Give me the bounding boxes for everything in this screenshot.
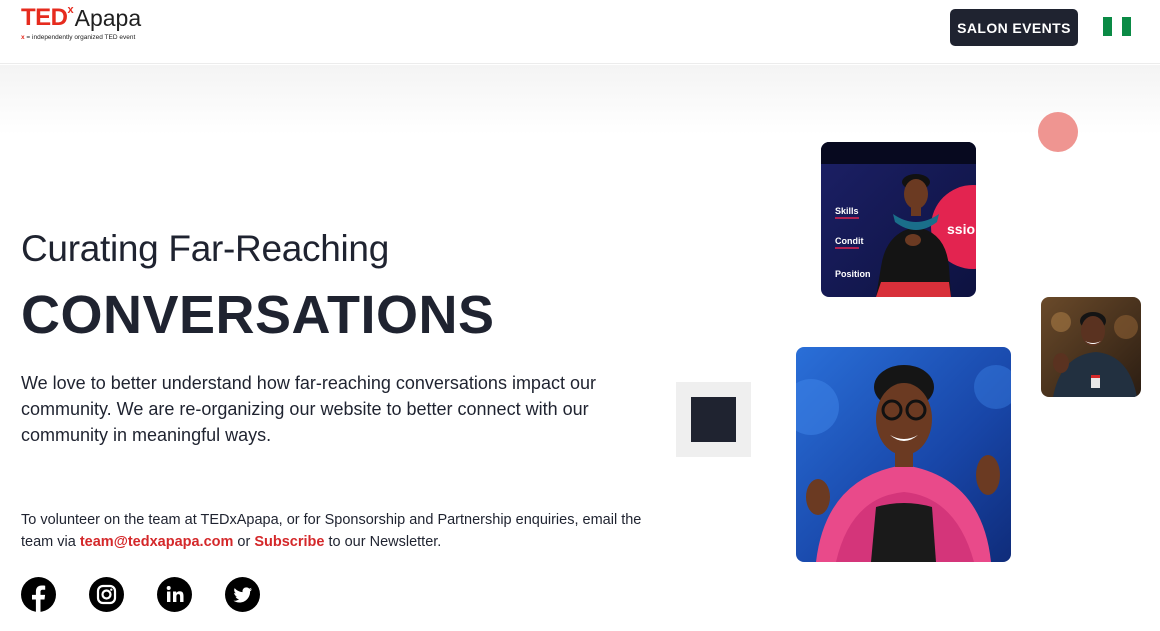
logo-tagline: x = independently organized TED event <box>21 34 136 41</box>
hero-title: CONVERSATIONS <box>21 285 495 345</box>
flag-stripe-left <box>1103 17 1113 36</box>
logo-x: x <box>67 4 74 16</box>
slide-word-condit: Condit <box>835 236 864 246</box>
flag-stripe-right <box>1121 17 1131 36</box>
tedx-apapa-logo[interactable]: TED x Apapa x = independently organized … <box>21 4 142 41</box>
speaker-photo-stage: Skills Condit Position ssio <box>821 142 976 297</box>
instagram-icon[interactable] <box>89 577 124 612</box>
decorative-square-outer <box>676 382 751 457</box>
nigeria-flag-icon[interactable] <box>1103 17 1131 36</box>
logo-name: Apapa <box>74 5 142 31</box>
hero-description: We love to better understand how far-rea… <box>21 373 596 445</box>
speaker-photo-audience <box>1041 297 1141 397</box>
volunteer-text: To volunteer on the team at TEDxApapa, o… <box>21 512 642 550</box>
header-shadow-fade <box>0 65 1160 135</box>
subscribe-link[interactable]: Subscribe <box>254 534 324 550</box>
flag-stripe-middle <box>1112 17 1122 36</box>
slide-word-ssio: ssio <box>947 221 975 237</box>
decorative-square-inner <box>691 397 736 442</box>
facebook-icon[interactable] <box>21 577 56 612</box>
social-links <box>21 577 260 612</box>
logo-ted: TED <box>21 4 68 31</box>
slide-word-skills: Skills <box>835 206 859 216</box>
linkedin-icon[interactable] <box>157 577 192 612</box>
twitter-icon[interactable] <box>225 577 260 612</box>
email-link[interactable]: team@tedxapapa.com <box>80 534 234 550</box>
decorative-pink-dot <box>1038 112 1078 152</box>
slide-word-position: Position <box>835 269 871 279</box>
salon-events-button[interactable]: SALON EVENTS <box>950 9 1078 46</box>
site-header: TED x Apapa x = independently organized … <box>0 0 1160 64</box>
hero-subtitle: Curating Far-Reaching <box>21 228 389 269</box>
speaker-photo-laughing <box>796 347 1011 562</box>
